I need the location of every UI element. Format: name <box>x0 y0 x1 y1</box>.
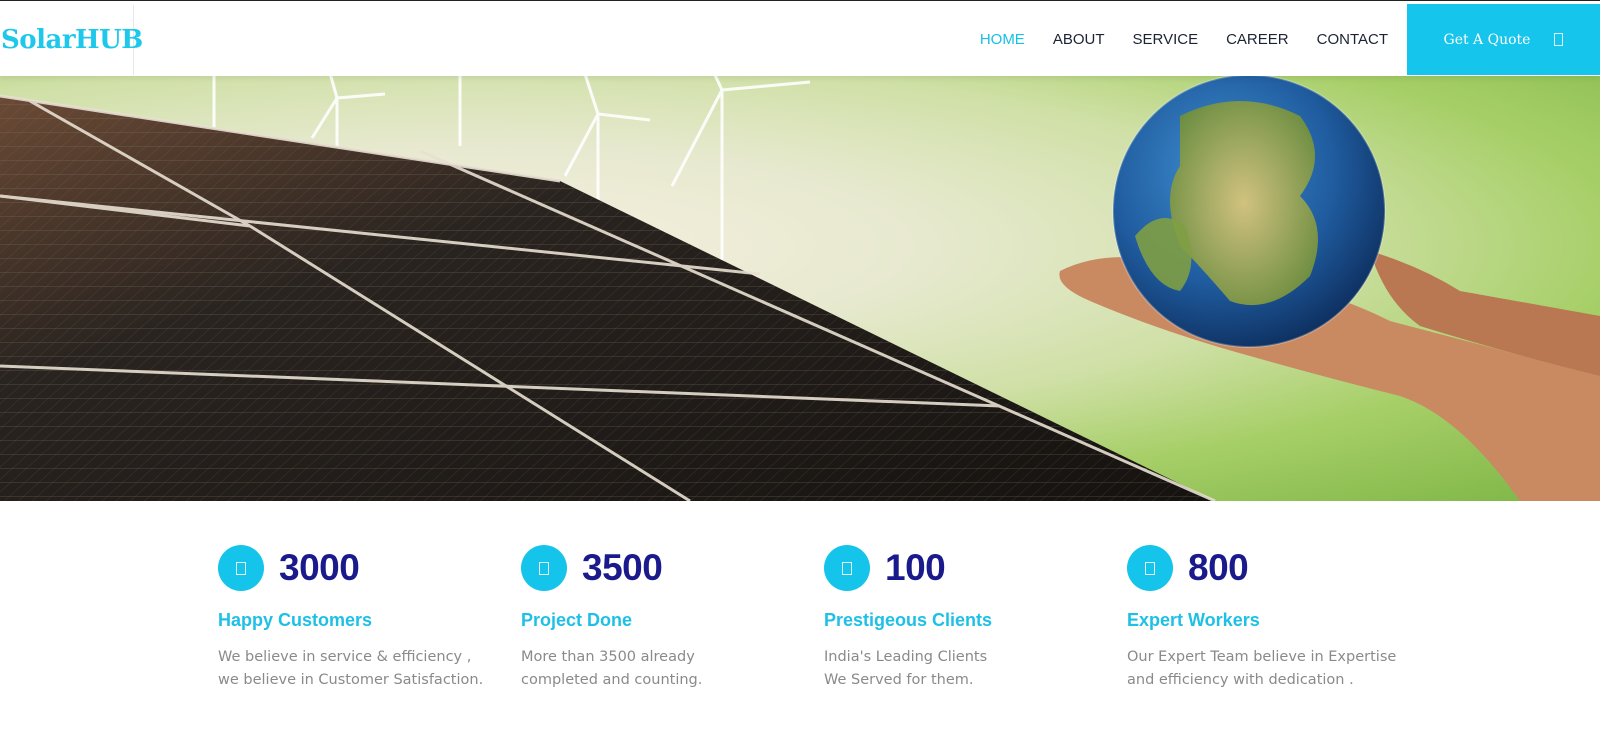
nav-home[interactable]: HOME <box>980 31 1025 48</box>
nav-service[interactable]: SERVICE <box>1133 31 1199 48</box>
stat-number: 3500 <box>582 547 663 588</box>
stat-card-customers: 3000 Happy Customers We believe in servi… <box>218 545 488 692</box>
nav-about[interactable]: ABOUT <box>1053 31 1105 48</box>
stat-description: We believe in service & efficiency , we … <box>218 646 488 692</box>
stat-title: Happy Customers <box>218 610 373 630</box>
stat-description: Our Expert Team believe in Expertise and… <box>1127 646 1397 692</box>
stat-description-line: India's Leading Clients <box>824 649 988 665</box>
site-header: SolarHUB HOME ABOUT SERVICE CAREER CONTA… <box>0 0 1600 76</box>
brand-logo[interactable]: SolarHUB <box>0 5 143 75</box>
stat-description: India's Leading Clients We Served for th… <box>824 646 1094 692</box>
nav-contact[interactable]: CONTACT <box>1317 31 1388 48</box>
stat-number: 800 <box>1188 547 1249 588</box>
stat-description-line: We believe in service & efficiency , <box>218 649 472 665</box>
stat-card-clients: 100 Prestigeous Clients India's Leading … <box>824 545 1094 692</box>
stat-number: 100 <box>885 547 946 588</box>
nav-career[interactable]: CAREER <box>1226 31 1289 48</box>
stat-title: Expert Workers <box>1127 610 1260 630</box>
projects-icon <box>521 545 567 591</box>
stat-description-line: and efficiency with dedication . <box>1127 672 1354 688</box>
customers-icon <box>218 545 264 591</box>
main-nav: HOME ABOUT SERVICE CAREER CONTACT <box>952 1 1388 77</box>
clients-icon <box>824 545 870 591</box>
stat-description-line: completed and counting. <box>521 672 703 688</box>
stat-title: Project Done <box>521 610 633 630</box>
solar-panels <box>0 94 1216 501</box>
arrow-icon <box>1554 33 1564 46</box>
workers-icon <box>1127 545 1173 591</box>
stat-description-line: We Served for them. <box>824 672 974 688</box>
stat-number: 3000 <box>279 547 360 588</box>
get-a-quote-button[interactable]: Get A Quote <box>1407 4 1600 75</box>
stat-title: Prestigeous Clients <box>824 610 993 630</box>
stat-card-projects: 3500 Project Done More than 3500 already… <box>521 545 791 692</box>
stat-description-line: we believe in Customer Satisfaction. <box>218 672 484 688</box>
stats-section: 3000 Happy Customers We believe in servi… <box>0 501 1600 756</box>
stat-card-workers: 800 Expert Workers Our Expert Team belie… <box>1127 545 1397 692</box>
stat-description-line: Our Expert Team believe in Expertise <box>1127 649 1397 665</box>
hero-illustration <box>0 76 1600 501</box>
get-a-quote-label: Get A Quote <box>1443 31 1531 48</box>
stat-description: More than 3500 already completed and cou… <box>521 646 791 692</box>
globe <box>1112 76 1386 348</box>
stat-description-line: More than 3500 already <box>521 649 695 665</box>
hero-banner <box>0 76 1600 501</box>
